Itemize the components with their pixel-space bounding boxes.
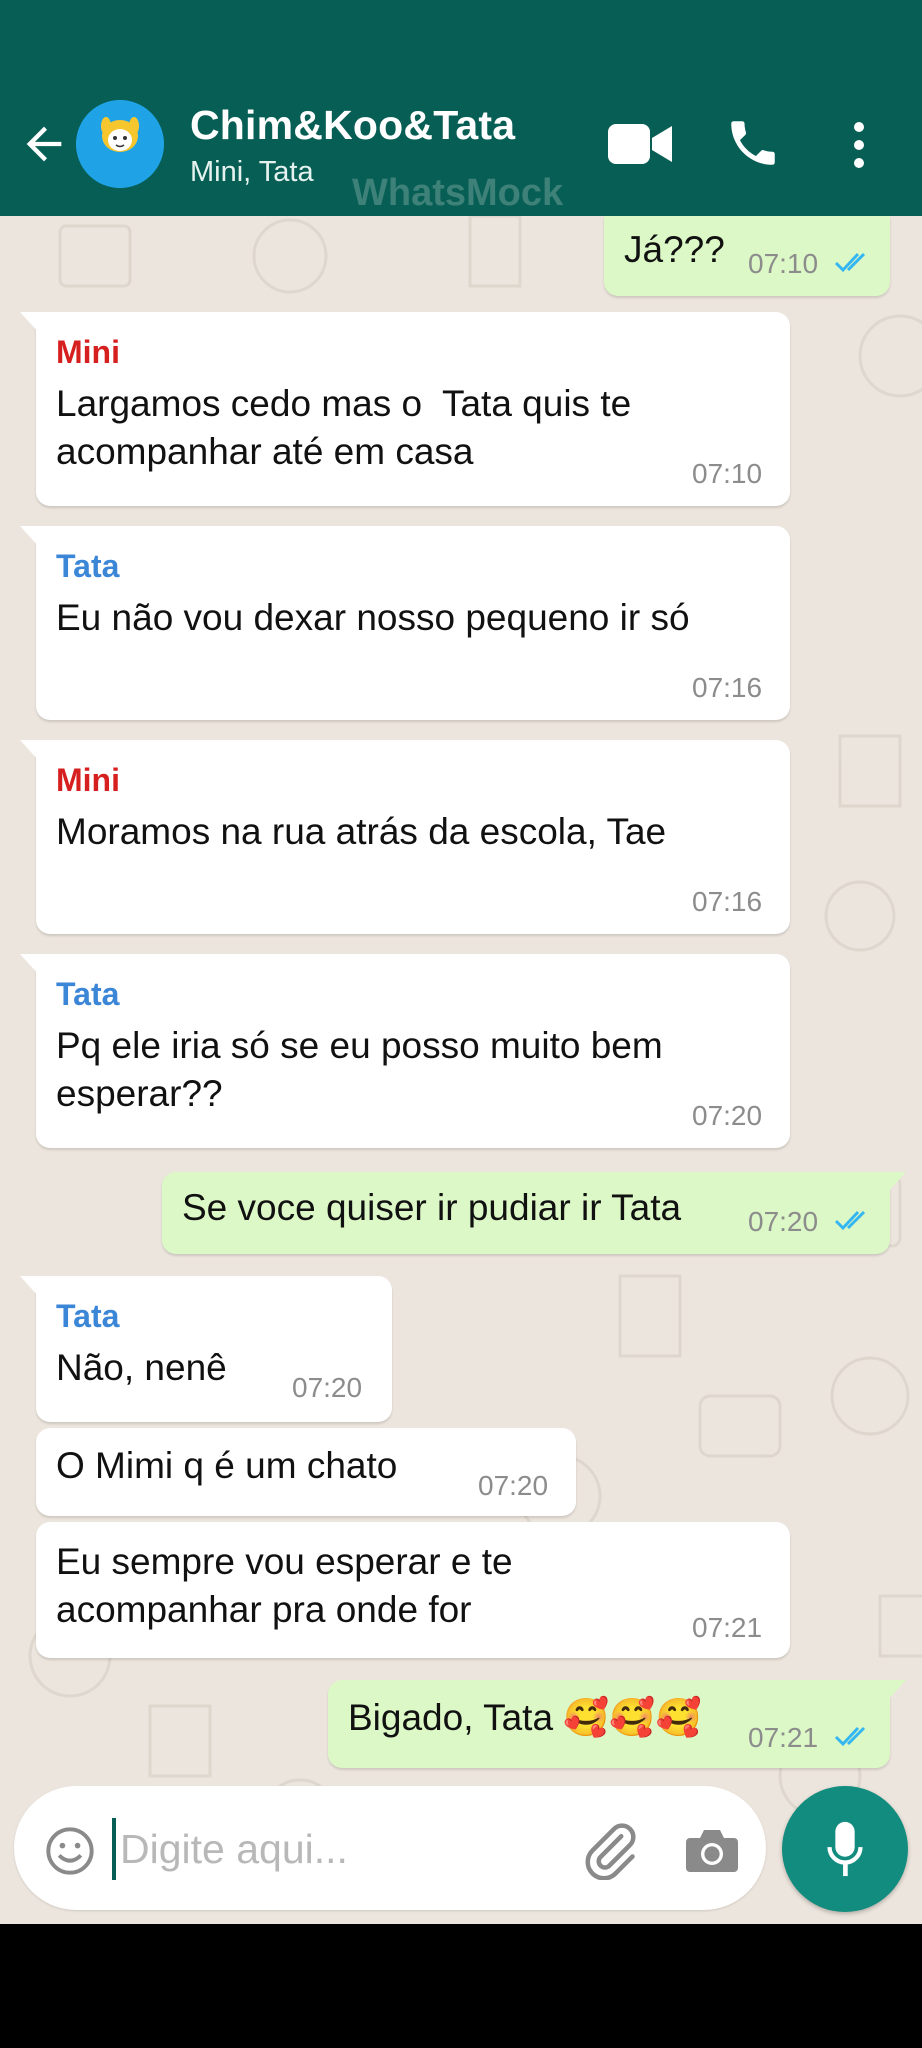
message-time: 07:16	[692, 672, 763, 703]
double-check-icon	[834, 1726, 866, 1747]
conversation-area[interactable]: Já??? 07:10 Mini Largamos cedo mas o Tat…	[0, 216, 922, 1924]
emoji-icon[interactable]	[44, 1825, 96, 1877]
message-composer[interactable]: Digite aqui...	[14, 1786, 766, 1910]
mic-icon	[827, 1821, 863, 1877]
bubble-tail	[20, 1276, 40, 1298]
double-check-icon	[834, 1210, 866, 1231]
message-bubble-incoming[interactable]: Tata Eu não vou dexar nosso pequeno ir s…	[20, 526, 790, 720]
message-text: Largamos cedo mas o Tata quis te acompan…	[56, 383, 632, 472]
message-text: Pq ele iria só se eu posso muito bem esp…	[56, 1025, 663, 1114]
message-bubble-outgoing[interactable]: Se voce quiser ir pudiar ir Tata 07:20	[162, 1172, 906, 1254]
bubble-tail	[20, 740, 40, 762]
more-vert-icon[interactable]	[852, 120, 866, 170]
message-bubble-outgoing[interactable]: Já??? 07:10	[604, 216, 890, 296]
message-text: Já???	[624, 229, 725, 270]
message-time: 07:20	[478, 1470, 549, 1501]
message-bubble-incoming[interactable]: Mini Moramos na rua atrás da escola, Tae…	[20, 740, 790, 934]
voice-record-button[interactable]	[782, 1786, 908, 1912]
bubble-tail	[886, 1680, 906, 1702]
double-check-icon	[834, 252, 866, 273]
camera-icon[interactable]	[684, 1826, 740, 1874]
sender-name: Tata	[56, 976, 120, 1012]
message-time: 07:10	[748, 248, 819, 279]
message-bubble-outgoing[interactable]: Bigado, Tata 🥰🥰🥰 07:21	[328, 1680, 906, 1768]
watermark: WhatsMock	[352, 172, 564, 214]
back-arrow-icon[interactable]	[18, 118, 70, 170]
message-text: Bigado, Tata 🥰🥰🥰	[348, 1697, 702, 1738]
attach-clip-icon[interactable]	[580, 1820, 640, 1880]
message-text: Não, nenê	[56, 1347, 227, 1388]
system-nav-bar	[0, 1924, 922, 2048]
message-time: 07:20	[692, 1100, 763, 1131]
group-avatar[interactable]	[76, 100, 164, 188]
bubble-tail	[20, 526, 40, 548]
message-time: 07:21	[692, 1612, 763, 1643]
message-time: 07:16	[692, 886, 763, 917]
message-input[interactable]: Digite aqui...	[120, 1826, 348, 1873]
text-cursor	[112, 1818, 116, 1880]
message-bubble-incoming[interactable]: Eu sempre vou esperar e te acompanhar pr…	[36, 1522, 790, 1658]
message-bubble-incoming[interactable]: Tata Pq ele iria só se eu posso muito be…	[20, 954, 790, 1148]
sender-name: Tata	[56, 1298, 120, 1334]
message-text: Eu não vou dexar nosso pequeno ir só	[56, 597, 690, 638]
message-text: Eu sempre vou esperar e te acompanhar pr…	[56, 1541, 513, 1630]
message-text: O Mimi q é um chato	[56, 1445, 398, 1486]
chimmy-avatar-icon	[76, 100, 164, 188]
video-call-icon[interactable]	[608, 122, 672, 166]
message-bubble-incoming[interactable]: Tata Não, nenê 07:20	[20, 1276, 392, 1422]
sender-name: Tata	[56, 548, 120, 584]
message-time: 07:20	[292, 1372, 363, 1403]
chat-title[interactable]: Chim&Koo&Tata	[190, 102, 515, 149]
sender-name: Mini	[56, 762, 120, 798]
chat-header: Chim&Koo&Tata Mini, Tata WhatsMock	[0, 74, 922, 216]
message-bubble-incoming[interactable]: O Mimi q é um chato 07:20	[36, 1428, 576, 1516]
message-time: 07:21	[748, 1722, 819, 1753]
message-time: 07:20	[748, 1206, 819, 1237]
message-text: Moramos na rua atrás da escola, Tae	[56, 811, 667, 852]
bubble-tail	[886, 1172, 906, 1194]
message-text: Se voce quiser ir pudiar ir Tata	[182, 1187, 682, 1228]
phone-icon[interactable]	[724, 114, 782, 172]
status-bar	[0, 0, 922, 74]
bubble-tail	[20, 312, 40, 334]
bubble-tail	[20, 954, 40, 976]
chat-participants[interactable]: Mini, Tata	[190, 156, 314, 189]
message-bubble-incoming[interactable]: Mini Largamos cedo mas o Tata quis te ac…	[20, 312, 790, 506]
sender-name: Mini	[56, 334, 120, 370]
message-time: 07:10	[692, 458, 763, 489]
